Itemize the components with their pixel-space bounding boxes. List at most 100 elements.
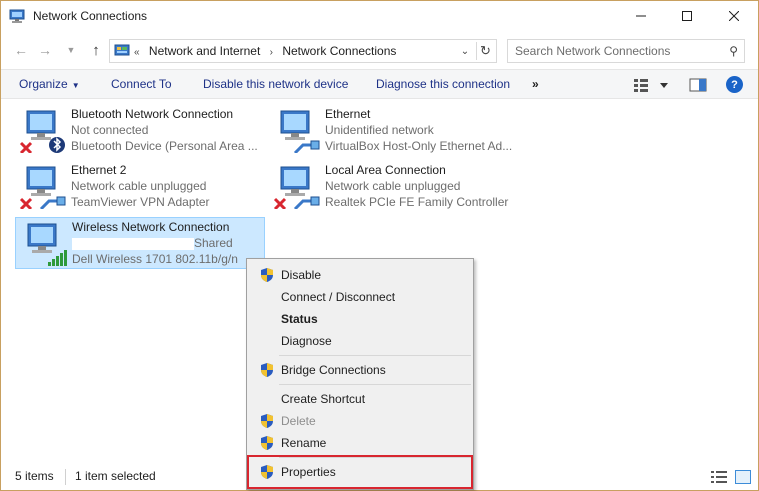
details-view-icon[interactable] — [711, 470, 727, 484]
chevron-down-icon: ▼ — [66, 45, 76, 55]
connection-device: TeamViewer VPN Adapter — [71, 195, 210, 209]
connection-status: Shared — [194, 236, 233, 250]
connection-name: Ethernet 2 — [71, 163, 127, 177]
item-count: 5 items — [15, 469, 54, 483]
breadcrumb-network-and-internet[interactable]: Network and Internet — [149, 44, 260, 58]
title-bar: Network Connections — [1, 1, 758, 31]
search-box[interactable]: Search Network Connections ⚲ — [507, 39, 745, 63]
connect-to-button[interactable]: Connect To — [111, 77, 172, 91]
connection-name: Bluetooth Network Connection — [71, 107, 234, 121]
menu-item-create-shortcut[interactable]: Create Shortcut — [249, 388, 471, 410]
network-connections-window: Network Connections ← → ▼ ↑ « Network an… — [0, 0, 759, 491]
disable-device-button[interactable]: Disable this network device — [203, 77, 348, 91]
menu-item-label: Rename — [281, 436, 327, 450]
ethernet-network-icon — [280, 110, 320, 153]
connection-name: Ethernet — [325, 107, 371, 121]
window-title: Network Connections — [33, 9, 148, 23]
status-divider — [65, 469, 66, 485]
connection-status: Network cable unplugged — [71, 179, 207, 193]
caret-down-icon: ▼ — [71, 81, 80, 90]
breadcrumb-network-connections[interactable]: Network Connections — [282, 44, 396, 58]
bluetooth-network-icon — [19, 110, 65, 153]
connection-info: Wireless Network Connection Shared Dell … — [72, 219, 238, 267]
connection-status: Unidentified network — [325, 123, 434, 137]
uac-shield-icon — [261, 414, 273, 428]
menu-item-label: Bridge Connections — [281, 363, 386, 377]
connection-status-row: Shared — [72, 235, 238, 251]
address-bar[interactable]: « Network and Internet › Network Connect… — [109, 39, 497, 63]
refresh-icon: ↻ — [480, 43, 491, 58]
menu-item-bridge-connections[interactable]: Bridge Connections — [249, 359, 471, 381]
connection-name: Local Area Connection — [325, 163, 446, 177]
address-dropdown-button[interactable]: ⌄ — [458, 44, 472, 58]
breadcrumb: « Network and Internet › Network Connect… — [134, 44, 402, 58]
control-panel-icon — [114, 44, 130, 56]
connection-status: Network cable unplugged — [325, 179, 461, 193]
diagnose-connection-button[interactable]: Diagnose this connection — [376, 77, 510, 91]
menu-item-delete[interactable]: Delete — [249, 410, 471, 432]
status-bar: 5 items 1 item selected — [1, 466, 758, 488]
connection-item-ethernet-2[interactable]: Ethernet 2 Network cable unplugged TeamV… — [15, 161, 265, 213]
up-arrow-icon: ↑ — [92, 41, 100, 59]
minimize-button[interactable] — [618, 1, 664, 31]
connection-item-bluetooth[interactable]: Bluetooth Network Connection Not connect… — [15, 105, 265, 157]
maximize-icon — [682, 11, 692, 21]
organize-button[interactable]: Organize ▼ — [19, 77, 80, 91]
refresh-button[interactable]: ↻ — [476, 42, 494, 60]
connection-device: Dell Wireless 1701 802.11b/g/n — [72, 252, 238, 266]
connection-item-wireless[interactable]: Wireless Network Connection Shared Dell … — [15, 217, 265, 269]
chevron-down-icon: ⌄ — [460, 45, 470, 57]
menu-item-rename[interactable]: Rename — [249, 432, 471, 454]
ethernet-network-icon — [19, 166, 66, 209]
up-button[interactable]: ↑ — [86, 40, 106, 60]
context-menu: Disable Connect / Disconnect Status Diag… — [246, 258, 474, 490]
more-commands-button[interactable]: » — [532, 77, 539, 91]
connection-item-local-area[interactable]: Local Area Connection Network cable unpl… — [269, 161, 519, 213]
network-connections-app-icon — [9, 9, 25, 23]
menu-item-label: Diagnose — [281, 334, 332, 348]
connection-device: VirtualBox Host-Only Ethernet Ad... — [325, 139, 513, 153]
back-button[interactable]: ← — [11, 40, 31, 60]
close-icon — [729, 11, 739, 21]
connection-device: Bluetooth Device (Personal Area ... — [71, 139, 258, 153]
connection-info: Bluetooth Network Connection Not connect… — [71, 106, 258, 154]
breadcrumb-separator-icon[interactable]: › — [270, 47, 273, 58]
menu-item-label: Create Shortcut — [281, 392, 366, 406]
menu-separator — [279, 384, 471, 385]
connection-name: Wireless Network Connection — [72, 220, 230, 234]
change-view-icon[interactable] — [634, 77, 670, 93]
connection-status: Not connected — [71, 123, 149, 137]
command-bar: Organize ▼ Connect To Disable this networ… — [1, 69, 758, 99]
connection-item-ethernet[interactable]: Ethernet Unidentified network VirtualBox… — [269, 105, 519, 157]
menu-item-label: Connect / Disconnect — [281, 290, 396, 304]
menu-item-label: Delete — [281, 414, 316, 428]
connection-device: Realtek PCIe FE Family Controller — [325, 195, 509, 209]
ethernet-network-icon — [273, 166, 320, 209]
search-input[interactable]: Search Network Connections — [515, 44, 670, 58]
recent-locations-button[interactable]: ▼ — [61, 40, 81, 60]
breadcrumb-overflow[interactable]: « — [134, 47, 140, 58]
close-button[interactable] — [711, 1, 757, 31]
connection-info: Ethernet 2 Network cable unplugged TeamV… — [71, 162, 210, 210]
uac-shield-icon — [261, 363, 273, 377]
network-name-redacted — [72, 237, 194, 250]
forward-arrow-icon: → — [38, 42, 52, 58]
menu-item-label: Status — [281, 312, 318, 326]
menu-item-diagnose[interactable]: Diagnose — [249, 330, 471, 352]
help-icon: ? — [731, 78, 738, 91]
menu-separator — [279, 355, 471, 356]
menu-item-status[interactable]: Status — [249, 308, 471, 330]
help-button[interactable]: ? — [726, 76, 743, 93]
uac-shield-icon — [261, 268, 273, 282]
organize-label: Organize — [19, 77, 68, 91]
menu-item-connect-disconnect[interactable]: Connect / Disconnect — [249, 286, 471, 308]
preview-pane-icon[interactable] — [689, 77, 707, 93]
connection-info: Local Area Connection Network cable unpl… — [325, 162, 508, 210]
menu-item-label: Disable — [281, 268, 322, 282]
forward-button[interactable]: → — [35, 40, 55, 60]
large-icons-view-icon[interactable] — [735, 470, 751, 484]
search-icon: ⚲ — [729, 44, 738, 58]
maximize-button[interactable] — [664, 1, 710, 31]
navigation-bar: ← → ▼ ↑ « Network and Internet › Network… — [1, 35, 758, 65]
menu-item-disable[interactable]: Disable — [249, 264, 471, 286]
